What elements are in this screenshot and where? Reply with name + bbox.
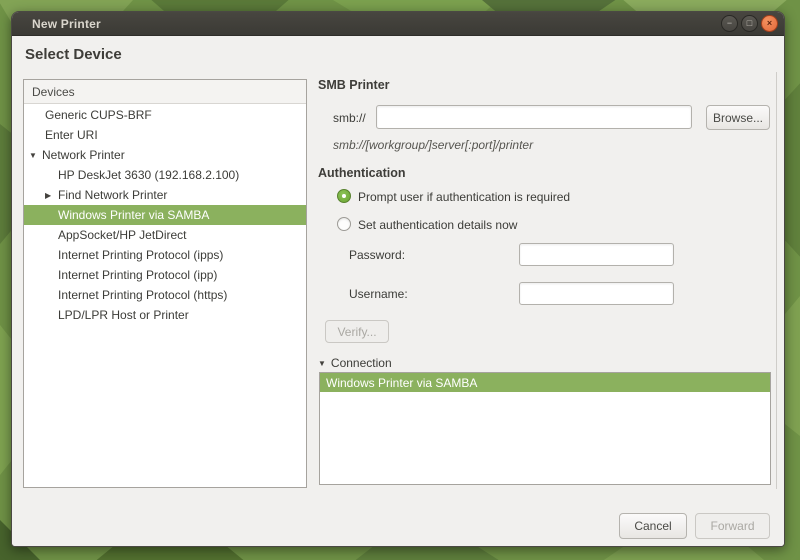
panel-divider — [776, 72, 777, 489]
radio-prompt-auth[interactable] — [337, 189, 351, 203]
window-titlebar[interactable]: New Printer − □ × — [12, 12, 784, 36]
close-icon: × — [767, 19, 772, 28]
forward-button[interactable]: Forward — [695, 513, 770, 539]
device-item[interactable]: LPD/LPR Host or Printer — [24, 305, 306, 325]
close-button[interactable]: × — [761, 15, 778, 32]
radio-set-auth[interactable] — [337, 217, 351, 231]
devices-panel: Devices Generic CUPS-BRFEnter URI▼Networ… — [23, 79, 307, 488]
radio-set-auth-label[interactable]: Set authentication details now — [358, 218, 517, 232]
smb-uri-hint: smb://[workgroup/]server[:port]/printer — [333, 138, 533, 152]
device-item[interactable]: HP DeskJet 3630 (192.168.2.100) — [24, 165, 306, 185]
smb-printer-heading: SMB Printer — [318, 78, 390, 92]
window-controls: − □ × — [721, 15, 778, 32]
device-item[interactable]: Enter URI — [24, 125, 306, 145]
connection-list: Windows Printer via SAMBA — [319, 372, 771, 485]
smb-scheme-label: smb:// — [333, 111, 366, 125]
expander-collapsed-icon[interactable]: ▶ — [45, 191, 58, 200]
username-input[interactable] — [519, 282, 674, 305]
expander-expanded-icon[interactable]: ▼ — [29, 151, 42, 160]
connection-expander-label: Connection — [331, 356, 392, 370]
device-item-label: AppSocket/HP JetDirect — [58, 228, 187, 242]
minimize-icon: − — [727, 19, 732, 28]
connection-expander[interactable]: ▼ Connection — [318, 356, 392, 370]
connection-item-label: Windows Printer via SAMBA — [326, 376, 477, 390]
dialog-body: Select Device Devices Generic CUPS-BRF En… — [12, 36, 784, 547]
device-item-label: Find Network Printer — [58, 188, 167, 202]
radio-prompt-auth-label[interactable]: Prompt user if authentication is require… — [358, 190, 570, 204]
device-item[interactable]: ▼Network Printer — [24, 145, 306, 165]
browse-button[interactable]: Browse... — [706, 105, 770, 130]
device-item-label: HP DeskJet 3630 (192.168.2.100) — [58, 168, 239, 182]
smb-uri-input[interactable] — [376, 105, 692, 129]
username-label: Username: — [349, 287, 408, 301]
authentication-heading: Authentication — [318, 166, 406, 180]
device-item-label: Generic CUPS-BRF — [45, 108, 152, 122]
device-item[interactable]: AppSocket/HP JetDirect — [24, 225, 306, 245]
device-item-label: Internet Printing Protocol (https) — [58, 288, 227, 302]
device-item-label: Windows Printer via SAMBA — [58, 208, 209, 222]
window-title: New Printer — [12, 17, 101, 31]
page-title: Select Device — [25, 46, 122, 63]
device-item[interactable]: Internet Printing Protocol (https) — [24, 285, 306, 305]
expander-expanded-icon: ▼ — [318, 359, 326, 368]
new-printer-window: New Printer − □ × Select Device Devices … — [11, 11, 785, 547]
device-item[interactable]: Windows Printer via SAMBA — [24, 205, 306, 225]
device-item[interactable]: Internet Printing Protocol (ipp) — [24, 265, 306, 285]
verify-button[interactable]: Verify... — [325, 320, 389, 343]
device-item-label: Internet Printing Protocol (ipp) — [58, 268, 217, 282]
device-item-label: Network Printer — [42, 148, 125, 162]
cancel-button[interactable]: Cancel — [619, 513, 687, 539]
device-item[interactable]: ▶Find Network Printer — [24, 185, 306, 205]
device-item-label: LPD/LPR Host or Printer — [58, 308, 189, 322]
minimize-button[interactable]: − — [721, 15, 738, 32]
password-label: Password: — [349, 248, 405, 262]
device-item[interactable]: Internet Printing Protocol (ipps) — [24, 245, 306, 265]
password-input[interactable] — [519, 243, 674, 266]
device-item-label: Internet Printing Protocol (ipps) — [58, 248, 223, 262]
connection-item[interactable]: Windows Printer via SAMBA — [320, 373, 770, 392]
device-item[interactable]: Generic CUPS-BRF — [24, 105, 306, 125]
devices-column-header[interactable]: Devices — [24, 80, 306, 104]
maximize-button[interactable]: □ — [741, 15, 758, 32]
maximize-icon: □ — [747, 19, 752, 28]
device-item-label: Enter URI — [45, 128, 98, 142]
devices-list: Generic CUPS-BRFEnter URI▼Network Printe… — [24, 105, 306, 487]
